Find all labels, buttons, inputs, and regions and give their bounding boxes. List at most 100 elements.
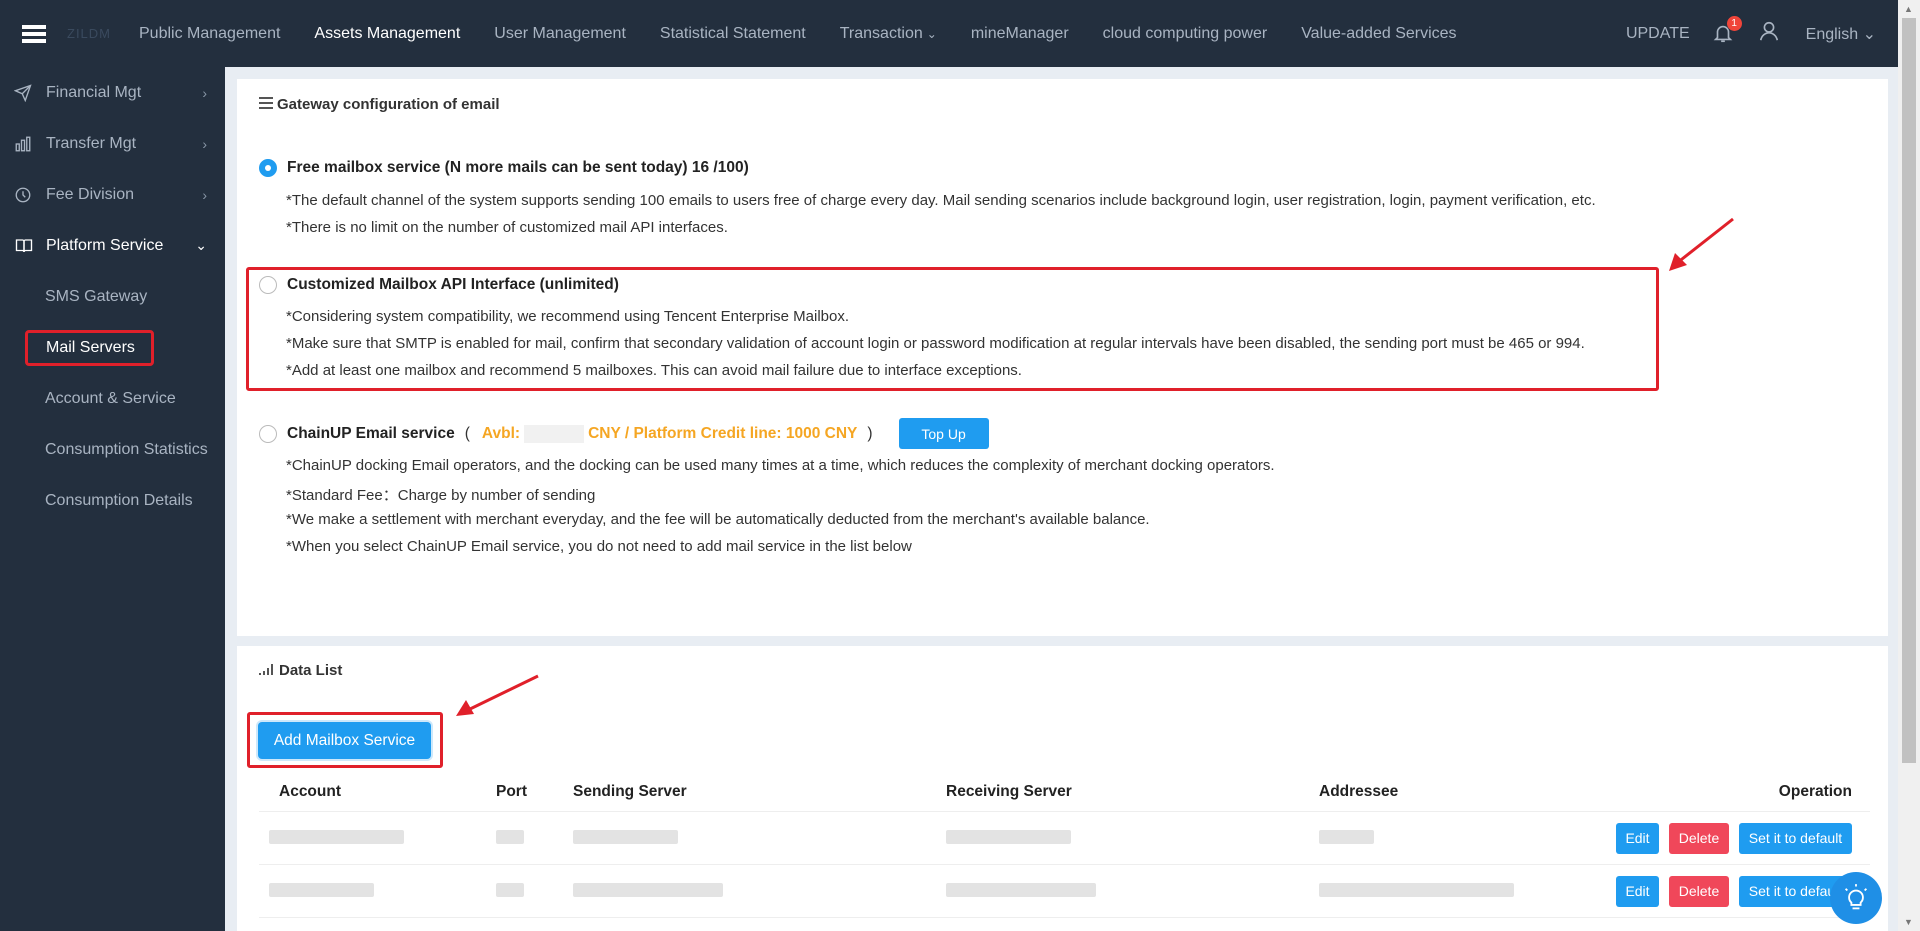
chevron-right-icon: › (202, 186, 207, 203)
data-list-title: Data List (279, 662, 343, 679)
option3-desc-4: *When you select ChainUP Email service, … (286, 538, 912, 555)
delete-button[interactable]: Delete (1669, 822, 1729, 854)
col-port: Port (496, 782, 527, 800)
notification-badge: 1 (1726, 15, 1742, 31)
list-icon (259, 96, 273, 113)
option-customized-mailbox-title: Customized Mailbox API Interface (unlimi… (287, 276, 619, 293)
sidebar-item-platform-service[interactable]: Platform Service ⌄ (0, 220, 225, 271)
nav-transaction[interactable]: Transaction ⌄ (840, 25, 937, 43)
chevron-down-icon: ⌄ (1862, 25, 1876, 43)
nav-public-management[interactable]: Public Management (139, 25, 280, 43)
table-row: Edit Delete Set it to default (259, 865, 1870, 918)
scroll-down-icon[interactable]: ▼ (1904, 917, 1913, 927)
nav-cloud-computing-power[interactable]: cloud computing power (1103, 25, 1268, 43)
send-icon (14, 83, 36, 102)
data-list-panel: Data List Add Mailbox Service Account Po… (237, 646, 1888, 931)
main-nav: Public Management Assets Management User… (139, 25, 1491, 43)
cell-sending-server (573, 882, 946, 900)
col-receiving-server: Receiving Server (946, 782, 1072, 800)
nav-value-added-services[interactable]: Value-added Services (1301, 25, 1456, 43)
edit-button[interactable]: Edit (1616, 875, 1659, 907)
radio-chainup-email[interactable] (259, 424, 277, 443)
delete-button[interactable]: Delete (1669, 875, 1729, 907)
avbl-label: Avbl: (481, 424, 521, 442)
option2-desc-2: *Make sure that SMTP is enabled for mail… (286, 335, 1585, 352)
help-bulb-icon[interactable] (1830, 872, 1882, 924)
top-navigation-bar: ZILDM Public Management Assets Managemen… (0, 0, 1898, 67)
sidebar-item-label: Platform Service (46, 236, 164, 254)
set-default-button[interactable]: Set it to default (1739, 822, 1852, 854)
menu-toggle-icon[interactable] (0, 0, 67, 67)
logo: ZILDM (67, 26, 111, 41)
col-account: Account (279, 782, 341, 800)
col-sending-server: Sending Server (573, 782, 687, 800)
option1-desc-1: *The default channel of the system suppo… (286, 192, 1596, 209)
highlight-box: Mail Servers (25, 329, 154, 366)
table-header: Account Port Sending Server Receiving Se… (259, 772, 1870, 812)
nav-statistical-statement[interactable]: Statistical Statement (660, 25, 806, 43)
masked-text (573, 882, 723, 897)
cell-port (496, 829, 573, 847)
sidebar-item-financial-mgt[interactable]: Financial Mgt › (0, 67, 225, 118)
radio-free-mailbox[interactable] (259, 159, 277, 177)
scrollbar-thumb[interactable] (1902, 18, 1916, 763)
language-label: English (1805, 25, 1859, 43)
language-selector[interactable]: English ⌄ (1806, 24, 1876, 44)
masked-text (946, 829, 1071, 844)
cell-operation: Edit Delete Set it to default (1600, 822, 1870, 854)
user-icon[interactable] (1758, 20, 1780, 47)
cell-addressee (1319, 882, 1600, 900)
sidebar-item-label: Financial Mgt (46, 83, 142, 101)
edit-button[interactable]: Edit (1616, 822, 1659, 854)
chevron-right-icon: › (202, 135, 207, 152)
cell-port (496, 882, 573, 900)
vertical-scrollbar[interactable]: ▲ ▼ (1898, 0, 1920, 931)
paren-open: ( (464, 424, 470, 442)
sidebar-subitem-consumption-details[interactable]: Consumption Details (0, 475, 225, 526)
top-up-button[interactable]: Top Up (898, 418, 989, 449)
gateway-config-panel: Gateway configuration of email Free mail… (237, 79, 1888, 636)
option3-desc-2: *Standard Fee：Charge by number of sendin… (286, 487, 596, 504)
paren-close: ) (867, 424, 873, 442)
option3-desc-1: *ChainUP docking Email operators, and th… (286, 457, 1275, 474)
nav-mine-manager[interactable]: mineManager (971, 25, 1069, 43)
col-operation: Operation (1778, 782, 1852, 800)
nav-transaction-label: Transaction (839, 24, 923, 42)
add-mailbox-service-button[interactable]: Add Mailbox Service (258, 722, 431, 759)
sidebar: Financial Mgt › Transfer Mgt › Fee Divis… (0, 67, 225, 931)
cell-sending-server (573, 829, 946, 847)
table-row: Edit Delete Set it to default (259, 812, 1870, 865)
credit-line-text: CNY / Platform Credit line: 1000 CNY (588, 424, 858, 442)
sidebar-item-fee-division[interactable]: Fee Division › (0, 169, 225, 220)
cell-receiving-server (946, 829, 1319, 847)
sidebar-item-label: Fee Division (46, 185, 135, 203)
chevron-down-icon: ⌄ (195, 237, 207, 253)
nav-user-management[interactable]: User Management (494, 25, 626, 43)
bell-icon[interactable]: 1 (1712, 15, 1742, 46)
radio-customized-mailbox[interactable] (259, 276, 277, 294)
gateway-title: Gateway configuration of email (277, 96, 500, 113)
sidebar-subitem-account-service[interactable]: Account & Service (0, 373, 225, 424)
sidebar-subitem-label: Mail Servers (46, 338, 135, 356)
cell-account (259, 829, 496, 847)
nav-assets-management[interactable]: Assets Management (314, 25, 460, 43)
option1-desc-2: *There is no limit on the number of cust… (286, 219, 728, 236)
masked-text (573, 829, 678, 844)
sidebar-subitem-mail-servers[interactable]: Mail Servers (0, 322, 225, 373)
book-icon (14, 237, 36, 255)
masked-text (496, 882, 524, 897)
update-link[interactable]: UPDATE (1626, 25, 1690, 43)
cell-addressee (1319, 829, 1600, 847)
signal-icon (259, 662, 275, 679)
masked-text (1319, 882, 1514, 897)
masked-text (269, 882, 374, 897)
scroll-up-icon[interactable]: ▲ (1904, 4, 1913, 14)
sidebar-item-transfer-mgt[interactable]: Transfer Mgt › (0, 118, 225, 169)
chevron-right-icon: › (202, 84, 207, 101)
col-addressee: Addressee (1319, 782, 1399, 800)
bar-chart-icon (14, 135, 36, 153)
cell-receiving-server (946, 882, 1319, 900)
highlight-box: Add Mailbox Service (247, 712, 443, 768)
sidebar-subitem-consumption-statistics[interactable]: Consumption Statistics (0, 424, 225, 475)
sidebar-subitem-sms-gateway[interactable]: SMS Gateway (0, 271, 225, 322)
